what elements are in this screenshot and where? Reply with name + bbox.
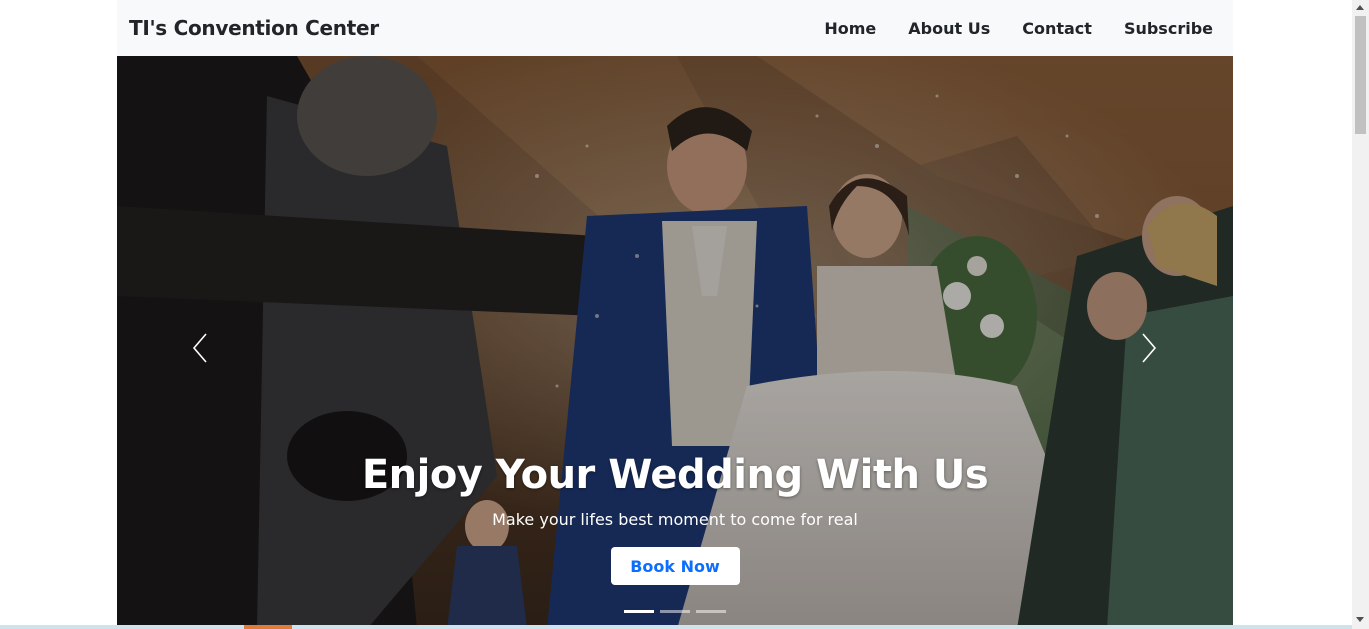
carousel-indicator-3[interactable] [696, 610, 726, 613]
chevron-left-icon [192, 333, 207, 363]
brand-logo[interactable]: TI's Convention Center [129, 16, 379, 40]
hero-carousel: Enjoy Your Wedding With Us Make your lif… [117, 56, 1233, 629]
scroll-down-icon[interactable] [1356, 617, 1364, 622]
nav-link-about-us[interactable]: About Us [908, 19, 990, 38]
nav-link-home[interactable]: Home [824, 19, 876, 38]
main-container: TI's Convention Center Home About Us Con… [117, 0, 1233, 629]
next-section-accent [244, 625, 292, 629]
page-scrollbar[interactable] [1352, 0, 1369, 629]
page: TI's Convention Center Home About Us Con… [0, 0, 1369, 629]
carousel-prev-button[interactable] [180, 326, 220, 370]
hero-subtitle: Make your lifes best moment to come for … [492, 510, 858, 529]
carousel-indicator-2[interactable] [660, 610, 690, 613]
next-section-edge [0, 625, 1352, 629]
scroll-thumb[interactable] [1355, 16, 1366, 134]
chevron-right-icon [1142, 333, 1157, 363]
carousel-indicators [117, 610, 1233, 613]
hero-caption: Enjoy Your Wedding With Us Make your lif… [117, 452, 1233, 585]
navbar: TI's Convention Center Home About Us Con… [117, 0, 1233, 56]
nav-link-subscribe[interactable]: Subscribe [1124, 19, 1213, 38]
book-now-button[interactable]: Book Now [610, 547, 740, 585]
carousel-next-button[interactable] [1129, 326, 1169, 370]
scroll-up-icon[interactable] [1356, 5, 1364, 10]
nav-link-contact[interactable]: Contact [1022, 19, 1092, 38]
carousel-indicator-1[interactable] [624, 610, 654, 613]
nav-links: Home About Us Contact Subscribe [824, 19, 1213, 38]
hero-title: Enjoy Your Wedding With Us [361, 452, 989, 498]
